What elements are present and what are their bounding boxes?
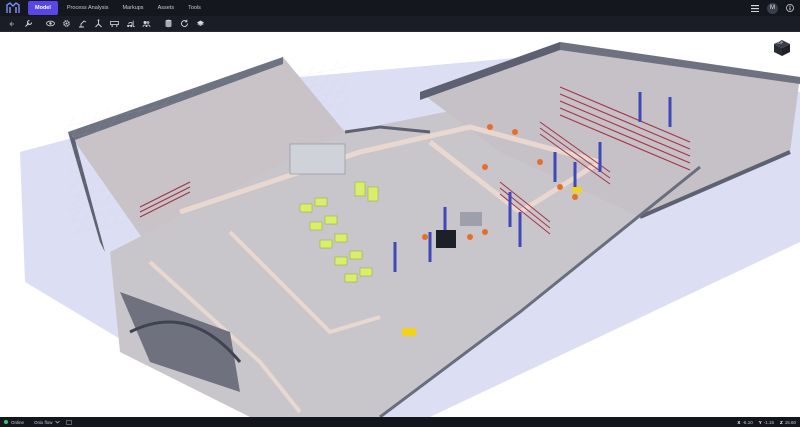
- vehicle-tool-button[interactable]: [122, 17, 138, 31]
- robot-arm-tool-button[interactable]: [74, 17, 90, 31]
- tab-tools[interactable]: Tools: [181, 0, 208, 16]
- forklift-icon: [126, 20, 135, 28]
- flow-select-value: Onix flow: [34, 419, 53, 425]
- coord-y: Y -1.15: [758, 419, 774, 425]
- logo-icon: [6, 2, 20, 13]
- layers-icon: [196, 20, 204, 26]
- coord-z: Z 15.60: [779, 419, 796, 425]
- avatar[interactable]: M: [767, 2, 778, 14]
- coordinate-readout: X -6.10 Y -1.15 Z 15.60: [737, 420, 796, 425]
- status-bar: Online Onix flow X -6.10 Y -1.15 Z 15.60: [0, 417, 800, 427]
- coord-x: X -6.10: [737, 419, 753, 425]
- tab-model[interactable]: Model: [28, 1, 58, 15]
- eye-icon: [45, 20, 55, 27]
- rotate-icon: [180, 19, 188, 27]
- branch-tool-button[interactable]: [90, 17, 106, 31]
- online-indicator-icon: [4, 420, 8, 424]
- connection-status: Online: [11, 419, 25, 425]
- chevron-down-icon: [54, 420, 60, 424]
- tab-markups[interactable]: Markups: [115, 0, 150, 16]
- gear-tool-button[interactable]: [58, 17, 74, 31]
- info-icon[interactable]: [786, 4, 794, 12]
- flow-settings-icon[interactable]: [65, 419, 72, 425]
- factory-model-render[interactable]: [0, 32, 800, 417]
- robot-arm-icon: [78, 20, 86, 28]
- app-logo[interactable]: [0, 0, 26, 16]
- 3d-model-viewport[interactable]: TOP: [0, 32, 800, 417]
- flow-select[interactable]: Onix flow: [34, 420, 60, 425]
- gear-icon: [62, 20, 70, 27]
- visibility-tool-button[interactable]: [42, 17, 58, 31]
- tool-strip: [0, 16, 800, 32]
- layers-tool-button[interactable]: [192, 17, 208, 31]
- conveyor-icon: [109, 21, 119, 27]
- view-cube[interactable]: TOP: [772, 38, 792, 58]
- tab-process-analysis[interactable]: Process Analysis: [60, 0, 116, 16]
- branch-icon: [94, 19, 102, 28]
- view-cube-label: TOP: [776, 41, 784, 45]
- group-icon: [142, 21, 150, 28]
- top-right-controls: M: [751, 2, 800, 14]
- wrench-icon: [24, 19, 32, 27]
- settings-tool-button[interactable]: [20, 17, 36, 31]
- menu-icon[interactable]: [751, 4, 759, 12]
- database-icon: [165, 19, 171, 28]
- group-tool-button[interactable]: [138, 17, 154, 31]
- back-button[interactable]: [4, 17, 20, 31]
- top-navigation-bar: Model Process Analysis Markups Assets To…: [0, 0, 800, 16]
- tab-assets[interactable]: Assets: [151, 0, 182, 16]
- conveyor-tool-button[interactable]: [106, 17, 122, 31]
- storage-tool-button[interactable]: [160, 17, 176, 31]
- rotate-tool-button[interactable]: [176, 17, 192, 31]
- arrow-left-icon: [9, 21, 14, 26]
